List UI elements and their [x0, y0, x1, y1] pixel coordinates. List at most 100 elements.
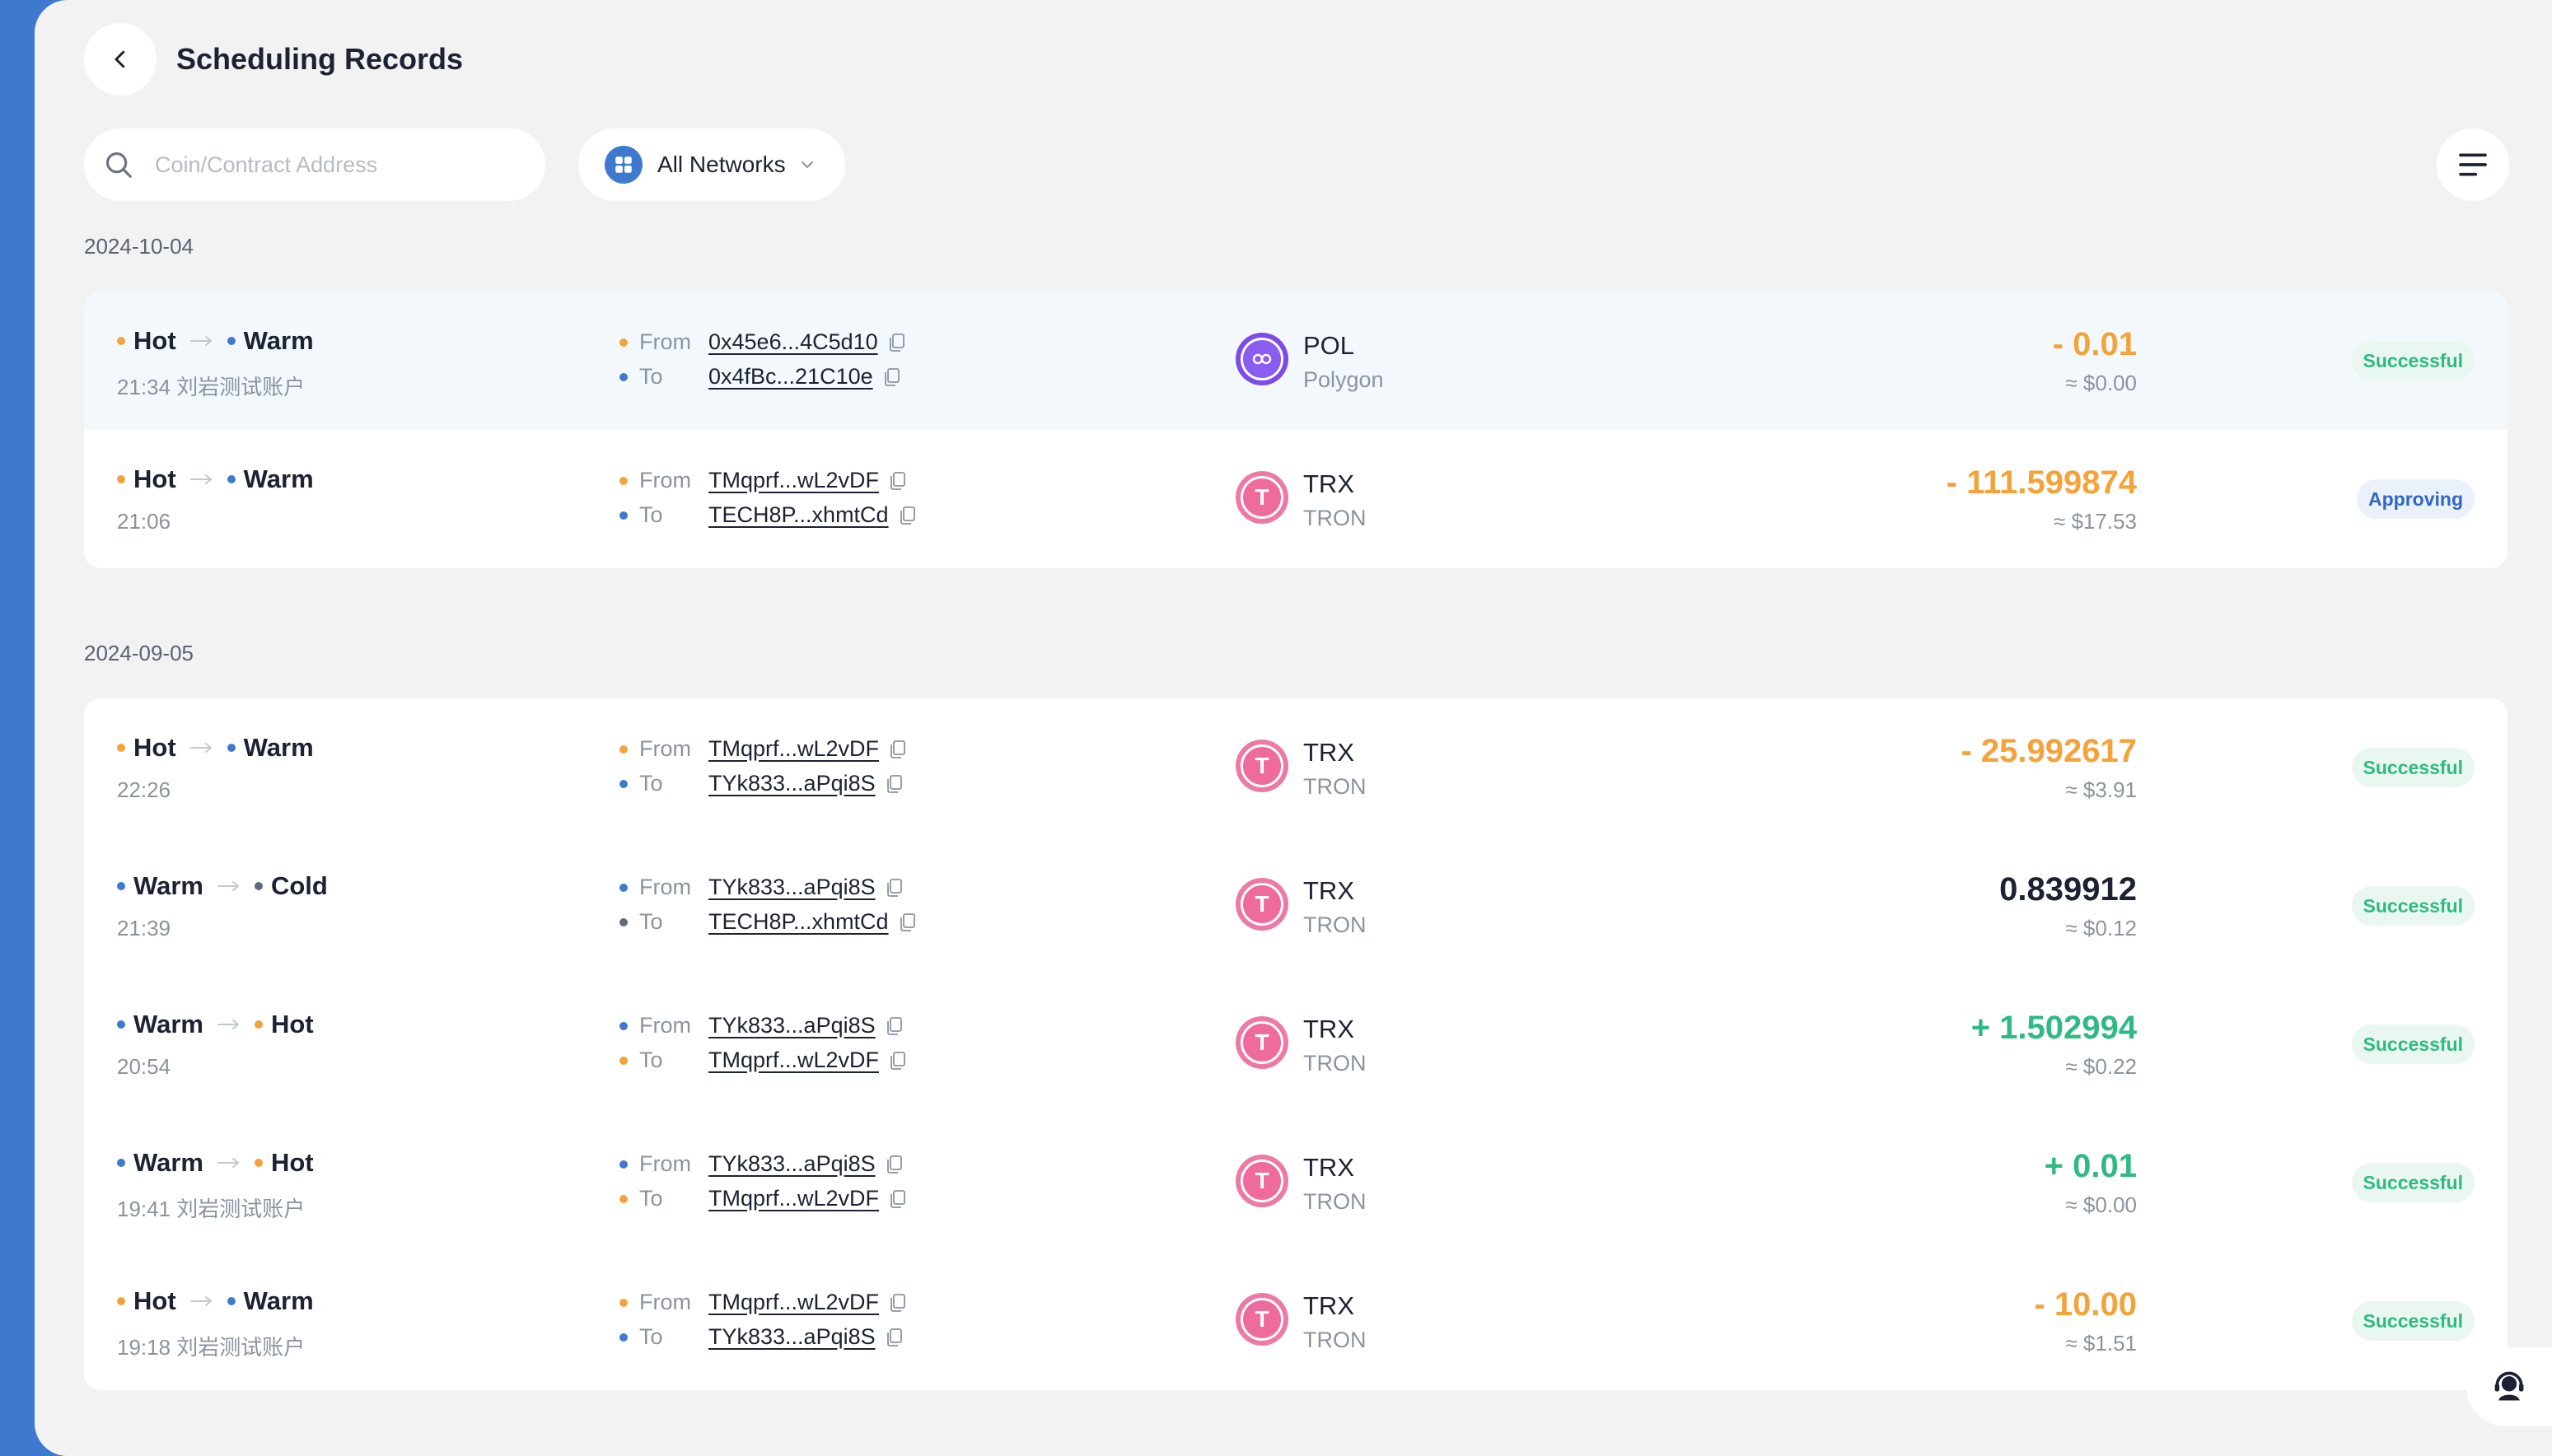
copy-icon[interactable] [886, 1155, 904, 1174]
search-input[interactable] [153, 151, 502, 179]
copy-icon[interactable] [883, 367, 901, 387]
wallet-dot [619, 1056, 628, 1065]
amount: 0.839912 [1999, 871, 2137, 908]
menu-button[interactable] [2437, 128, 2509, 201]
copy-icon[interactable] [886, 878, 904, 898]
from-address-line: From TMqprf...wL2vDF [619, 736, 907, 762]
group-date: 2024-09-05 [84, 641, 194, 665]
record-row[interactable]: Hot Warm 21:34 刘岩测试账户 From 0x45e6...4C5d… [84, 292, 2508, 430]
copy-icon[interactable] [889, 1189, 907, 1209]
to-address-link[interactable]: TYk833...aPqi8S [708, 771, 876, 796]
record-time: 22:26 [117, 777, 171, 802]
to-wallet: Warm [243, 326, 314, 355]
to-label: To [639, 771, 663, 796]
to-label: To [639, 364, 663, 389]
wallet-dot [619, 883, 628, 892]
to-address-line: To TYk833...aPqi8S [619, 771, 904, 796]
wallet-route: Hot Warm [117, 326, 314, 356]
from-address-link[interactable]: 0x45e6...4C5d10 [708, 329, 878, 355]
coin-network: TRON [1303, 1328, 1367, 1352]
search-box[interactable] [84, 128, 545, 201]
record-time: 21:06 [117, 509, 171, 534]
amount: - 10.00 [2034, 1286, 2137, 1323]
page-header: Scheduling Records [84, 23, 463, 96]
from-address-link[interactable]: TMqprf...wL2vDF [708, 1290, 879, 1315]
amount: - 111.599874 [1946, 464, 2137, 501]
copy-icon[interactable] [889, 1051, 907, 1071]
wallet-dot [619, 917, 628, 926]
copy-icon[interactable] [899, 506, 917, 525]
copy-icon[interactable] [886, 1016, 904, 1036]
wallet-dot [117, 1020, 125, 1029]
to-address-line: To TYk833...aPqi8S [619, 1324, 904, 1350]
record-row[interactable]: Warm Hot 19:41 刘岩测试账户 From TYk833...aPqi… [84, 1113, 2508, 1252]
copy-icon[interactable] [889, 471, 907, 491]
to-label: To [639, 502, 663, 527]
record-row[interactable]: Hot Warm 21:06 From TMqprf...wL2vDF To T… [84, 430, 2508, 568]
status-badge: Successful [2351, 1024, 2475, 1064]
status-badge: Successful [2351, 886, 2475, 926]
from-address-link[interactable]: TYk833...aPqi8S [708, 1151, 876, 1177]
coin-network: TRON [1303, 506, 1367, 530]
record-row[interactable]: Hot Warm 19:18 刘岩测试账户 From TMqprf...wL2v… [84, 1252, 2508, 1390]
record-time: 19:18 刘岩测试账户 [117, 1335, 306, 1360]
from-label: From [639, 1290, 691, 1314]
amount: - 0.01 [2052, 326, 2137, 362]
from-address-link[interactable]: TYk833...aPqi8S [708, 1013, 876, 1038]
wallet-route: Hot Warm [117, 464, 314, 494]
from-label: From [639, 736, 691, 761]
from-address-line: From TYk833...aPqi8S [619, 875, 904, 900]
to-address-link[interactable]: TECH8P...xhmtCd [708, 909, 889, 935]
to-address-link[interactable]: TMqprf...wL2vDF [708, 1048, 879, 1073]
amount: + 0.01 [2044, 1148, 2137, 1184]
wallet-route: Warm Cold [117, 871, 328, 901]
wallet-route: Hot Warm [117, 733, 314, 763]
arrow-right-icon [189, 741, 214, 754]
to-address-link[interactable]: 0x4fBc...21C10e [708, 364, 873, 390]
to-wallet: Warm [243, 464, 314, 493]
back-button[interactable] [84, 23, 157, 96]
status-badge: Approving [2357, 479, 2475, 519]
arrow-right-icon [189, 334, 214, 348]
to-address-line: To TECH8P...xhmtCd [619, 502, 917, 528]
wallet-dot [254, 1159, 263, 1167]
status-badge: Successful [2351, 748, 2475, 787]
record-row[interactable]: Warm Cold 21:39 From TYk833...aPqi8S To … [84, 837, 2508, 975]
to-address-line: To TMqprf...wL2vDF [619, 1186, 907, 1211]
copy-icon[interactable] [886, 1328, 904, 1347]
to-label: To [639, 1324, 663, 1349]
to-address-line: To 0x4fBc...21C10e [619, 364, 901, 390]
copy-icon[interactable] [888, 333, 906, 352]
record-row[interactable]: Warm Hot 20:54 From TYk833...aPqi8S To T… [84, 975, 2508, 1113]
copy-icon[interactable] [889, 740, 907, 759]
to-wallet: Cold [270, 871, 328, 900]
group-date: 2024-10-04 [84, 234, 194, 259]
coin-network: TRON [1303, 1051, 1367, 1076]
copy-icon[interactable] [886, 774, 904, 794]
to-address-link[interactable]: TMqprf...wL2vDF [708, 1186, 879, 1211]
usd-value: ≈ $0.00 [2065, 371, 2137, 395]
from-label: From [639, 1151, 691, 1176]
customer-service-button[interactable] [2466, 1347, 2552, 1426]
to-label: To [639, 909, 663, 934]
from-address-link[interactable]: TYk833...aPqi8S [708, 875, 876, 900]
wallet-dot [619, 372, 628, 381]
arrow-right-icon [189, 1295, 214, 1308]
trx-coin-icon: T [1236, 740, 1288, 792]
to-address-link[interactable]: TECH8P...xhmtCd [708, 502, 889, 528]
copy-icon[interactable] [899, 912, 917, 932]
from-address-link[interactable]: TMqprf...wL2vDF [708, 736, 879, 762]
from-label: From [639, 875, 691, 899]
wallet-dot [117, 882, 125, 890]
wallet-dot [619, 476, 628, 485]
to-address-link[interactable]: TYk833...aPqi8S [708, 1324, 876, 1350]
from-label: From [639, 468, 691, 492]
from-address-link[interactable]: TMqprf...wL2vDF [708, 468, 879, 493]
from-wallet: Hot [133, 326, 176, 355]
network-filter-dropdown[interactable]: All Networks [578, 128, 845, 201]
record-row[interactable]: Hot Warm 22:26 From TMqprf...wL2vDF To T… [84, 698, 2508, 837]
arrow-right-icon [217, 880, 241, 893]
record-time: 19:41 刘岩测试账户 [117, 1197, 306, 1221]
copy-icon[interactable] [889, 1293, 907, 1313]
wallet-dot [117, 744, 125, 752]
